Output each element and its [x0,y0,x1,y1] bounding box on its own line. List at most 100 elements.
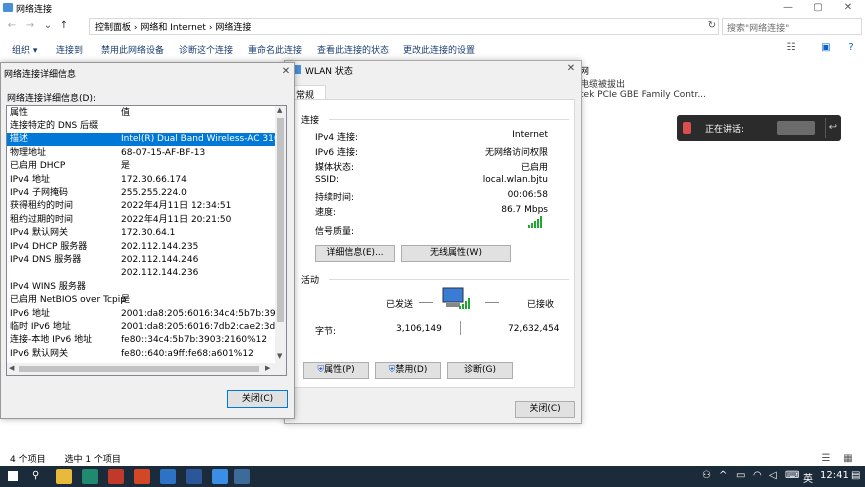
scroll-left-icon[interactable]: ◀ [9,364,14,372]
diagnose-dialog-button[interactable]: 诊断(G) [447,362,513,379]
ime-icon[interactable]: ⌨ [785,470,799,481]
table-row[interactable]: IPv4 地址 172.30.66.174 [7,174,275,187]
search-input[interactable]: 搜索"网络连接" [722,18,862,35]
column-header-property[interactable]: 属性 [10,107,28,120]
properties-button[interactable]: ⛨属性(P) [303,362,369,379]
battery-icon[interactable]: ▭ [736,470,745,481]
row-value: Intel(R) Dual Band Wireless-AC 3165 [121,134,275,145]
media-label: 媒体状态: [315,163,355,173]
table-row[interactable]: 租约过期的时间 2022年4月11日 20:21:50 [7,214,275,227]
sent-label: 已发送 [386,300,414,310]
wlan-close-button[interactable]: 关闭(C) [515,401,575,418]
up-arrow-icon[interactable]: ↑ [58,20,70,32]
organize-button[interactable]: 组织 ▾ [12,43,37,56]
notification-icon[interactable]: ▤ [851,470,860,481]
search-icon[interactable]: ⚲ [32,470,39,481]
breadcrumb-item[interactable]: 控制面板 [95,23,131,33]
icons-view-icon[interactable]: ▦ [842,453,854,465]
row-value: 2022年4月11日 20:21:50 [121,214,232,225]
table-row[interactable]: IPv6 默认网关 fe80::640:a9ff:fe68:a601%12 [7,348,275,361]
ipv6-value: 无网络访问权限 [484,148,548,158]
section-connection: 连接 [301,116,320,126]
diagnose-button[interactable]: 诊断这个连接 [179,43,233,56]
view-options-icon[interactable]: ☷ [785,42,797,54]
file-explorer-icon[interactable] [56,469,72,484]
network-connections-taskbar-icon[interactable] [234,469,250,484]
chevron-down-icon[interactable]: ⌄ [42,20,54,32]
table-row[interactable]: 物理地址 68-07-15-AF-BF-13 [7,147,275,160]
details-listview[interactable]: 属性 值 连接特定的 DNS 后缀 描述 Intel(R) Dual Band Wi… [6,105,287,376]
table-row[interactable]: IPv4 DNS 服务器 202.112.144.246 [7,254,275,267]
table-row[interactable]: 已启用 DHCP 是 [7,160,275,173]
breadcrumb-item[interactable]: 网络和 Internet [140,23,206,33]
connect-to-button[interactable]: 连接到 [56,43,83,56]
table-row[interactable]: IPv4 DHCP 服务器 202.112.144.235 [7,241,275,254]
scrollbar-thumb[interactable] [277,118,284,322]
wlan-close-icon[interactable]: ✕ [565,63,577,75]
details-view-icon[interactable]: ☰ [820,453,832,465]
return-arrow-icon[interactable]: ↩ [827,122,839,134]
minimize-button[interactable]: — [773,0,803,16]
edge-icon[interactable] [82,469,98,484]
tab-general[interactable]: 常规 [292,85,326,101]
vertical-scrollbar[interactable]: ▲ ▼ [275,106,286,363]
table-row[interactable]: 202.112.144.236 [7,267,275,280]
wireless-properties-button[interactable]: 无线属性(W) [401,245,511,262]
powerpoint-icon[interactable] [134,469,150,484]
breadcrumb-item[interactable]: 网络连接 [215,23,251,33]
volume-icon[interactable]: ◁ [769,470,777,481]
table-row[interactable]: IPv4 子网掩码 255.255.224.0 [7,187,275,200]
speed-label: 速度: [315,208,337,218]
clock[interactable]: 12:41 [820,470,849,481]
scroll-up-icon[interactable]: ▲ [277,106,282,114]
details-button[interactable]: 详细信息(E)... [315,245,395,262]
table-row[interactable]: IPv4 WINS 服务器 [7,281,275,294]
scroll-right-icon[interactable]: ▶ [265,364,270,372]
table-row[interactable]: 描述 Intel(R) Dual Band Wireless-AC 3165 [7,133,275,147]
signal-label: 信号质量: [315,227,355,237]
maximize-button[interactable]: ▢ [803,0,833,16]
word-icon[interactable] [186,469,202,484]
people-icon[interactable]: ⚇ [702,470,711,481]
table-row[interactable]: 连接-本地 IPv6 地址 fe80::34c4:5b7b:3903:2160%1… [7,334,275,347]
recv-label: 已接收 [527,300,555,310]
forward-arrow-icon[interactable]: → [24,20,36,32]
disable-device-button[interactable]: 禁用此网络设备 [101,43,164,56]
wifi-icon[interactable]: ◠ [753,470,762,481]
table-row[interactable]: IPv6 地址 2001:da8:205:6016:34c4:5b7b:3903:… [7,308,275,321]
row-property: 连接-本地 IPv6 地址 [10,335,93,346]
disable-button[interactable]: ⛨禁用(D) [375,362,441,379]
row-property: IPv6 地址 [10,308,50,319]
preview-pane-icon[interactable]: ▣ [820,42,832,54]
horizontal-scrollbar[interactable]: ◀ ▶ [7,363,286,375]
windows-start-icon[interactable] [8,471,18,481]
details-close-icon[interactable]: ✕ [280,66,292,78]
details-close-button[interactable]: 关闭(C) [227,390,288,408]
table-row[interactable]: 已启用 NetBIOS over Tcpip 是 [7,294,275,307]
table-row[interactable]: 连接特定的 DNS 后缀 [7,120,275,133]
toast-text: 正在讲话: [705,125,745,135]
app-icon[interactable] [108,469,124,484]
row-property: 已启用 DHCP [10,161,66,172]
row-property: 物理地址 [10,147,47,158]
view-status-button[interactable]: 查看此连接的状态 [317,43,389,56]
column-header-value[interactable]: 值 [121,107,275,120]
bytes-recv: 72,632,454 [508,324,560,334]
chevron-up-icon[interactable]: ^ [719,470,727,481]
table-row[interactable]: IPv4 默认网关 172.30.64.1 [7,227,275,240]
hscrollbar-thumb[interactable] [19,366,259,372]
refresh-icon[interactable]: ↻ [706,20,718,32]
row-value: 202.112.144.236 [121,268,199,279]
close-button[interactable]: ✕ [833,0,863,16]
table-row[interactable]: 获得租约的时间 2022年4月11日 12:34:51 [7,200,275,213]
ime-language[interactable]: 英 [803,470,813,485]
row-value: fe80::640:a9ff:fe68:a601%12 [121,348,254,359]
back-arrow-icon[interactable]: ← [6,20,18,32]
table-row[interactable]: 临时 IPv6 地址 2001:da8:205:6016:7db2:cae2:3d… [7,321,275,334]
photos-icon[interactable] [160,469,176,484]
help-icon[interactable]: ? [845,42,857,54]
app-icon[interactable] [212,469,228,484]
scroll-down-icon[interactable]: ▼ [277,352,282,360]
rename-button[interactable]: 重命名此连接 [248,43,302,56]
change-settings-button[interactable]: 更改此连接的设置 [403,43,475,56]
